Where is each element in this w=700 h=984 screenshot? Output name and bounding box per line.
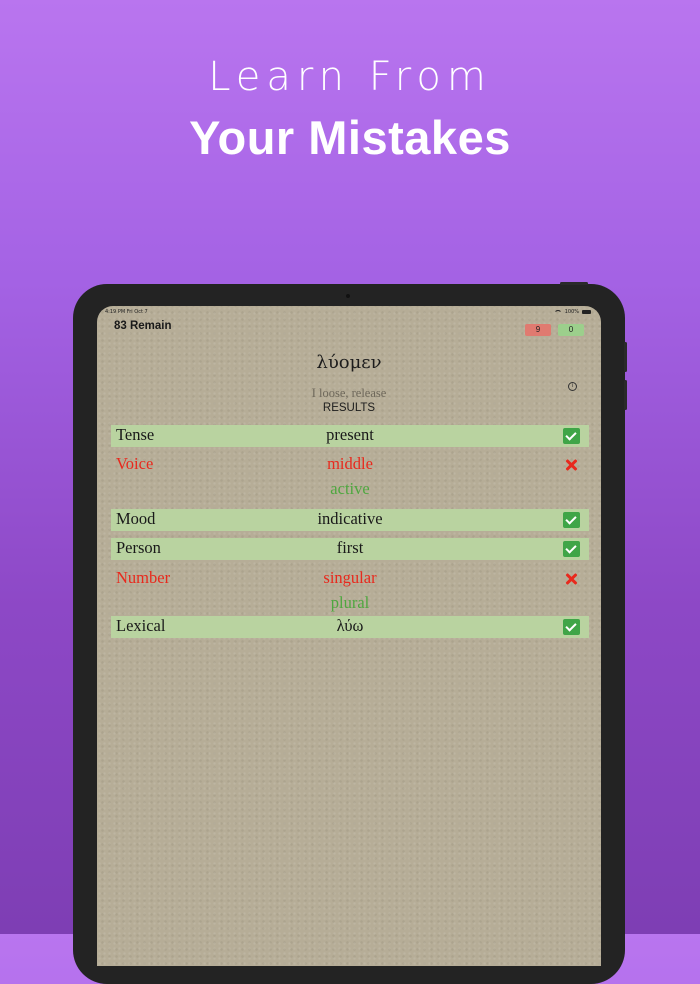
battery-percent: 100%	[564, 309, 579, 315]
greek-word: λύομεν	[316, 352, 382, 373]
word-gloss: I loose, release	[311, 386, 387, 400]
wifi-icon	[553, 309, 562, 315]
x-icon	[563, 457, 579, 473]
row-answer: singular	[323, 568, 377, 587]
battery-icon	[582, 310, 591, 314]
status-time: 4:19 PM Fri Oct 7	[105, 309, 148, 315]
check-icon	[563, 512, 580, 528]
app-screen: 4:19 PM Fri Oct 7 100% 83 Remain 9 0 λύο…	[97, 306, 601, 966]
row-answer: first	[336, 538, 364, 557]
check-icon	[563, 541, 580, 557]
power-button	[560, 282, 588, 285]
results-heading: RESULTS	[322, 402, 376, 414]
headline-top: Learn From	[208, 54, 492, 100]
volume-up-button	[624, 342, 627, 372]
row-answer: λύω	[336, 616, 364, 635]
volume-down-button	[624, 380, 627, 410]
status-bar: 4:19 PM Fri Oct 7 100%	[105, 309, 591, 317]
row-answer: present	[326, 425, 374, 444]
result-row-voice: Voice middle active	[111, 454, 589, 498]
remaining-count: 83 Remain	[114, 320, 172, 332]
result-row-mood: Mood indicative	[111, 509, 589, 531]
row-correction: plural	[330, 593, 370, 612]
status-right: 100%	[553, 309, 591, 315]
headline-bottom: Your Mistakes	[189, 111, 511, 164]
correct-count-badge: 0	[558, 324, 584, 336]
x-icon	[563, 571, 579, 587]
row-correction: active	[330, 479, 370, 498]
camera-icon	[346, 294, 350, 298]
result-row-tense: Tense present	[111, 425, 589, 447]
result-row-person: Person first	[111, 538, 589, 560]
check-icon	[563, 428, 580, 444]
info-icon[interactable]: i	[568, 382, 577, 391]
wrong-count-badge: 9	[525, 324, 551, 336]
result-row-number: Number singular plural	[111, 568, 589, 612]
result-row-lexical: Lexical λύω	[111, 616, 589, 638]
tablet-frame: 4:19 PM Fri Oct 7 100% 83 Remain 9 0 λύο…	[73, 282, 627, 984]
row-answer: middle	[327, 454, 373, 473]
row-answer: indicative	[317, 509, 383, 528]
check-icon	[563, 619, 580, 635]
